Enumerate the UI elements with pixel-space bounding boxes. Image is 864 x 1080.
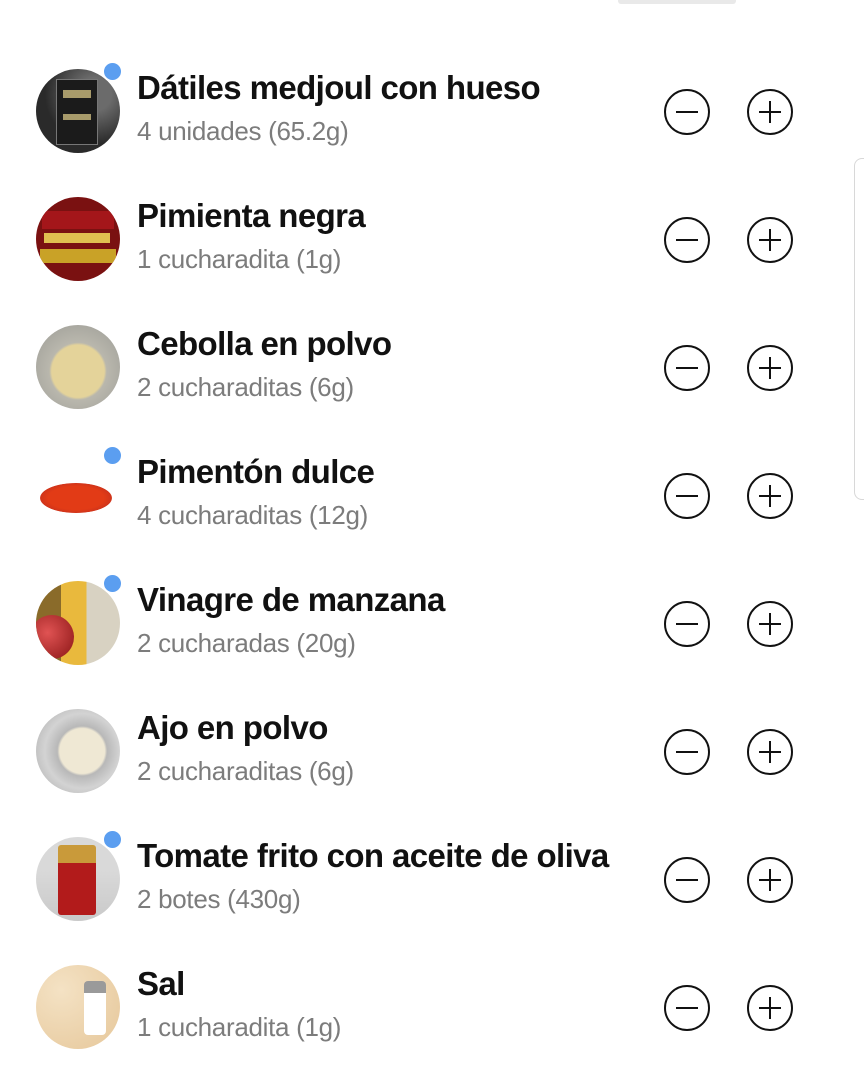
ingredient-quantity: 1 cucharadita (1g)	[137, 1012, 342, 1042]
ingredient-thumbnail	[36, 197, 120, 281]
ingredient-thumbnail	[36, 69, 120, 153]
plus-circle-icon[interactable]	[747, 473, 793, 519]
ingredient-item: Ajo en polvo 2 cucharaditas (6g)	[0, 693, 864, 793]
ingredient-thumbnail	[36, 581, 120, 665]
minus-circle-icon[interactable]	[664, 729, 710, 775]
plus-circle-icon[interactable]	[747, 217, 793, 263]
ingredient-quantity: 2 cucharaditas (6g)	[137, 372, 354, 402]
ingredient-item: Dátiles medjoul con hueso 4 unidades (65…	[0, 53, 864, 153]
ingredient-item: Pimentón dulce 4 cucharaditas (12g)	[0, 437, 864, 537]
ingredient-thumbnail	[36, 965, 120, 1049]
minus-circle-icon[interactable]	[664, 217, 710, 263]
ingredient-name: Cebolla en polvo	[137, 325, 392, 362]
plus-circle-icon[interactable]	[747, 601, 793, 647]
ingredient-item: Vinagre de manzana 2 cucharadas (20g)	[0, 565, 864, 665]
minus-circle-icon[interactable]	[664, 473, 710, 519]
ingredient-name: Sal	[137, 965, 185, 1002]
ingredient-item: Pimienta negra 1 cucharadita (1g)	[0, 181, 864, 281]
ingredient-name: Dátiles medjoul con hueso	[137, 69, 541, 106]
ingredient-item: Sal 1 cucharadita (1g)	[0, 949, 864, 1049]
ingredient-quantity: 4 cucharaditas (12g)	[137, 500, 369, 530]
ingredient-quantity: 2 botes (430g)	[137, 884, 301, 914]
minus-circle-icon[interactable]	[664, 857, 710, 903]
minus-circle-icon[interactable]	[664, 345, 710, 391]
new-indicator-dot	[102, 61, 123, 82]
plus-circle-icon[interactable]	[747, 89, 793, 135]
ingredient-item: Tomate frito con aceite de oliva 2 botes…	[0, 821, 864, 921]
plus-circle-icon[interactable]	[747, 729, 793, 775]
minus-circle-icon[interactable]	[664, 985, 710, 1031]
plus-circle-icon[interactable]	[747, 345, 793, 391]
ingredient-list: Dátiles medjoul con hueso 4 unidades (65…	[0, 0, 864, 1080]
ingredient-name: Ajo en polvo	[137, 709, 328, 746]
ingredient-thumbnail	[36, 709, 120, 793]
new-indicator-dot	[102, 573, 123, 594]
ingredient-name: Tomate frito con aceite de oliva	[137, 837, 609, 874]
new-indicator-dot	[102, 445, 123, 466]
ingredient-name: Pimienta negra	[137, 197, 366, 234]
new-indicator-dot	[102, 829, 123, 850]
ingredient-thumbnail	[36, 325, 120, 409]
ingredient-name: Pimentón dulce	[137, 453, 375, 490]
ingredient-name: Vinagre de manzana	[137, 581, 445, 618]
minus-circle-icon[interactable]	[664, 89, 710, 135]
ingredient-quantity: 1 cucharadita (1g)	[137, 244, 342, 274]
plus-circle-icon[interactable]	[747, 857, 793, 903]
plus-circle-icon[interactable]	[747, 985, 793, 1031]
ingredient-item: Cebolla en polvo 2 cucharaditas (6g)	[0, 309, 864, 409]
ingredient-quantity: 2 cucharadas (20g)	[137, 628, 356, 658]
ingredient-thumbnail	[36, 837, 120, 921]
ingredient-quantity: 4 unidades (65.2g)	[137, 116, 349, 146]
ingredient-quantity: 2 cucharaditas (6g)	[137, 756, 354, 786]
ingredient-thumbnail	[36, 453, 120, 537]
minus-circle-icon[interactable]	[664, 601, 710, 647]
